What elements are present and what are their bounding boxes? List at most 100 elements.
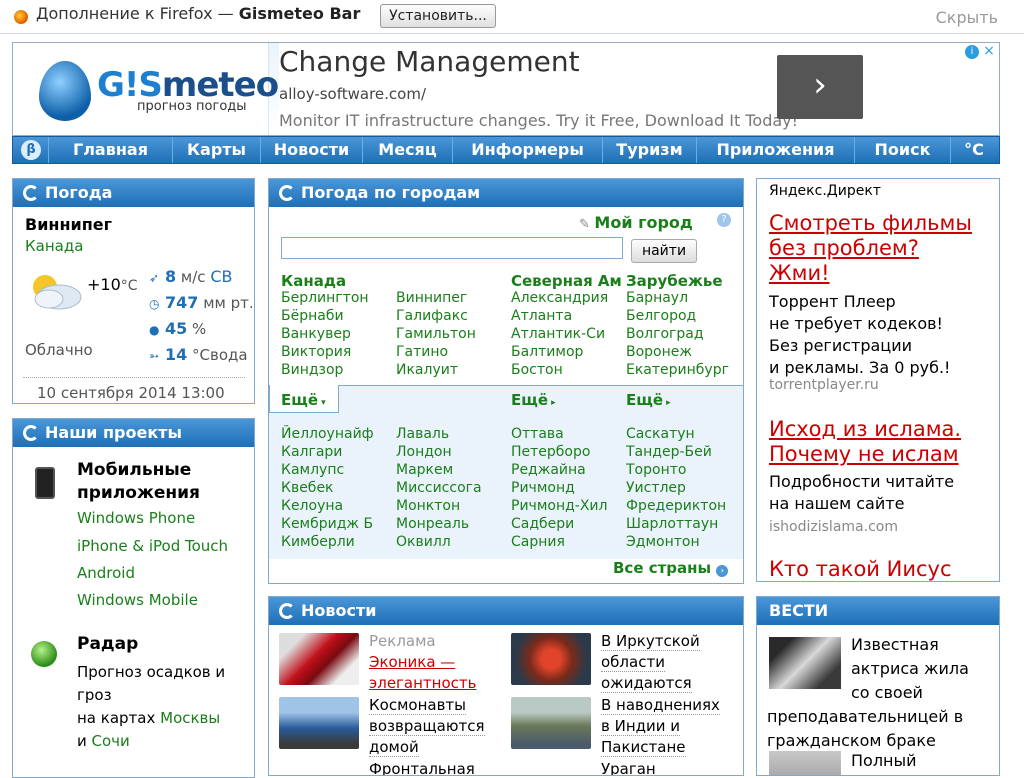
city-link[interactable]: Белгород: [626, 307, 738, 325]
news-thumb-leaf[interactable]: [511, 633, 591, 685]
gismeteo-logo[interactable]: G!Smeteo прогноз погоды: [13, 43, 279, 135]
city-link[interactable]: Камлупс: [281, 461, 393, 479]
city-link[interactable]: Ванкувер: [281, 325, 393, 343]
city-link[interactable]: Воронеж: [626, 343, 738, 361]
hide-link[interactable]: Скрыть: [936, 8, 998, 27]
weather-city[interactable]: Виннипег: [25, 215, 112, 234]
link-iphone[interactable]: iPhone & iPod Touch: [77, 537, 228, 555]
direct-ad1-url[interactable]: torrentplayer.ru: [769, 377, 879, 393]
nav-informers[interactable]: Информеры: [453, 137, 603, 163]
news-thumb-flood[interactable]: [511, 697, 591, 749]
more-north-america-link[interactable]: Ещё ▸: [511, 391, 556, 409]
vesti-thumb-2[interactable]: [769, 751, 841, 775]
help-icon[interactable]: ?: [717, 213, 731, 227]
direct-ad3-link[interactable]: Кто такой Иисус: [769, 557, 995, 581]
city-link[interactable]: Лондон: [396, 443, 508, 461]
city-link[interactable]: Торонто: [626, 461, 738, 479]
city-link[interactable]: Бёрнаби: [281, 307, 393, 325]
ad-title[interactable]: Change Management: [279, 45, 580, 78]
vesti-item-1[interactable]: Известная актриса жила со своей: [851, 633, 969, 705]
city-link[interactable]: Атланта: [511, 307, 623, 325]
ad-close-icon[interactable]: ×: [981, 43, 997, 59]
city-link[interactable]: Оттава: [511, 425, 623, 443]
city-link[interactable]: Садбери: [511, 515, 623, 533]
weather-country[interactable]: Канада: [25, 237, 83, 255]
city-link[interactable]: Уистлер: [626, 479, 738, 497]
nav-units-dropdown[interactable]: °С: [951, 137, 997, 163]
city-link[interactable]: Оквилл: [396, 533, 508, 551]
link-moscow[interactable]: Москвы: [160, 709, 220, 727]
city-link[interactable]: Виннипег: [396, 289, 508, 307]
vesti-item-2[interactable]: Полный: [851, 749, 917, 773]
all-countries-link[interactable]: Все страны ›: [613, 559, 729, 577]
nav-apps[interactable]: Приложения: [697, 137, 855, 163]
city-link[interactable]: Сарния: [511, 533, 623, 551]
city-link[interactable]: Екатеринбург: [626, 361, 738, 379]
city-link[interactable]: Калгари: [281, 443, 393, 461]
nav-month[interactable]: Месяц: [363, 137, 453, 163]
city-link[interactable]: Маркем: [396, 461, 508, 479]
city-link[interactable]: Икалуит: [396, 361, 508, 379]
beta-badge[interactable]: β: [13, 137, 49, 163]
nav-search[interactable]: Поиск: [855, 137, 951, 163]
city-link[interactable]: Волгоград: [626, 325, 738, 343]
ad-info-icon[interactable]: i: [965, 45, 979, 59]
header-ad[interactable]: Change Management alloy-software.com/ Mo…: [279, 43, 999, 135]
link-sochi[interactable]: Сочи: [92, 732, 130, 750]
ad-arrow-button[interactable]: ›: [777, 55, 863, 119]
city-link[interactable]: Кимберли: [281, 533, 393, 551]
yandex-direct-title[interactable]: Яндекс.Директ: [769, 183, 881, 199]
nav-tourism[interactable]: Туризм: [603, 137, 697, 163]
find-button[interactable]: найти: [631, 239, 697, 263]
city-link[interactable]: Реджайна: [511, 461, 623, 479]
city-link[interactable]: Ричмонд-Хил: [511, 497, 623, 515]
city-link[interactable]: Шарлоттаун: [626, 515, 738, 533]
link-windows-phone[interactable]: Windows Phone: [77, 509, 195, 527]
news-thumb-shoes[interactable]: [279, 633, 359, 685]
install-button[interactable]: Установить...: [380, 4, 496, 28]
city-link[interactable]: Гатино: [396, 343, 508, 361]
city-link[interactable]: Йеллоунайф: [281, 425, 393, 443]
city-link[interactable]: Виндзор: [281, 361, 393, 379]
city-link[interactable]: Монреаль: [396, 515, 508, 533]
city-link[interactable]: Эдмонтон: [626, 533, 738, 551]
city-link[interactable]: Атлантик-Си: [511, 325, 623, 343]
city-link[interactable]: Саскатун: [626, 425, 738, 443]
city-link[interactable]: Гамильтон: [396, 325, 508, 343]
vesti-thumb-actress[interactable]: [769, 637, 841, 689]
ad-url[interactable]: alloy-software.com/: [279, 85, 426, 103]
city-link[interactable]: Фредериктон: [626, 497, 738, 515]
my-city-link[interactable]: ✎ Мой город: [579, 213, 693, 232]
city-link[interactable]: Ричмонд: [511, 479, 623, 497]
news-item-ad[interactable]: Реклама Эконика — элегантность: [369, 631, 509, 694]
city-link[interactable]: Берлингтон: [281, 289, 393, 307]
city-link[interactable]: Лаваль: [396, 425, 508, 443]
city-link[interactable]: Квебек: [281, 479, 393, 497]
news-item-floods[interactable]: В наводнениях в Индии и Пакистане: [601, 695, 741, 758]
city-link[interactable]: Балтимор: [511, 343, 623, 361]
nav-home[interactable]: Главная: [49, 137, 173, 163]
city-link[interactable]: Бостон: [511, 361, 623, 379]
direct-ad2-url[interactable]: ishodizislama.com: [769, 519, 898, 535]
nav-news[interactable]: Новости: [261, 137, 363, 163]
city-link[interactable]: Тандер-Бей: [626, 443, 738, 461]
city-link[interactable]: Александрия: [511, 289, 623, 307]
link-windows-mobile[interactable]: Windows Mobile: [77, 591, 198, 609]
direct-ad2-link[interactable]: Исход из ислама. Почему не ислам: [769, 417, 995, 467]
direct-ad1-link[interactable]: Смотреть фильмы без проблем? Жми!: [769, 211, 995, 286]
city-link[interactable]: Галифакс: [396, 307, 508, 325]
news-thumb-cosmonauts[interactable]: [279, 697, 359, 749]
city-search-input[interactable]: [281, 237, 623, 259]
vesti-item-1-cont[interactable]: преподавательницей в гражданском браке: [767, 705, 963, 753]
city-link[interactable]: Барнаул: [626, 289, 738, 307]
link-android[interactable]: Android: [77, 564, 135, 582]
news-item-cosmonauts[interactable]: Космонавты возвращаются домой: [369, 695, 509, 758]
news-item-irkutsk[interactable]: В Иркутской области ожидаются: [601, 631, 741, 694]
more-canada-dropdown[interactable]: Ещё ▾: [281, 391, 326, 409]
city-link[interactable]: Монктон: [396, 497, 508, 515]
nav-maps[interactable]: Карты: [173, 137, 261, 163]
city-link[interactable]: Виктория: [281, 343, 393, 361]
city-link[interactable]: Келоуна: [281, 497, 393, 515]
more-abroad-link[interactable]: Ещё ▸: [626, 391, 671, 409]
city-link[interactable]: Петерборо: [511, 443, 623, 461]
